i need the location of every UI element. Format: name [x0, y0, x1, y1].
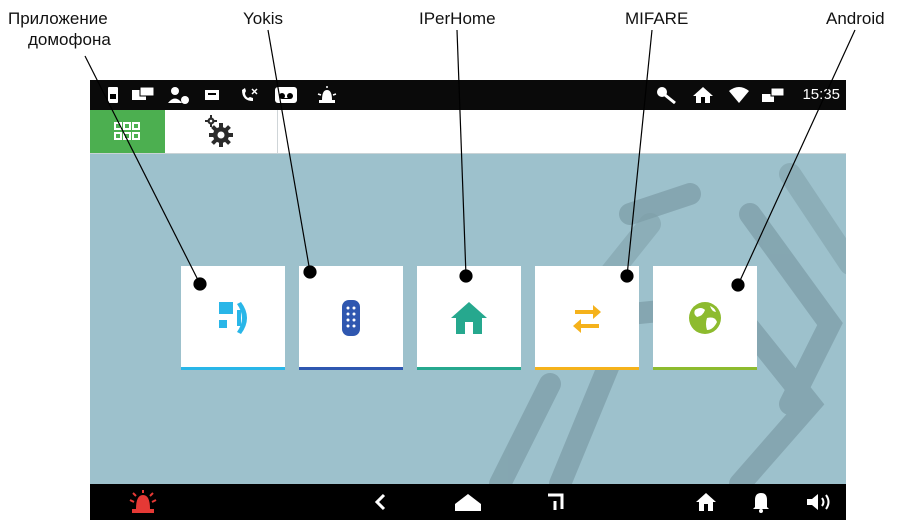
- status-bar: 15:35: [90, 80, 846, 110]
- settings-gears-icon: [205, 115, 233, 147]
- callout-mifare: MIFARE: [625, 9, 689, 28]
- callout-yokis: Yokis: [243, 9, 284, 28]
- back-icon[interactable]: [370, 490, 390, 514]
- missed-call-icon: [240, 85, 258, 105]
- callout-intercom-line1: Приложение: [8, 9, 108, 28]
- home-icon: [451, 302, 487, 334]
- message-icon: [204, 85, 220, 105]
- user-add-icon: [167, 85, 189, 105]
- intercom-app-icon: [219, 302, 247, 334]
- home-icon: [692, 85, 714, 105]
- apps-grid-icon: [114, 122, 140, 140]
- app-tile-yokis[interactable]: [299, 266, 403, 370]
- wifi-icon: [728, 85, 750, 105]
- key-icon: [656, 85, 678, 105]
- tab-settings[interactable]: [165, 110, 278, 153]
- recent-apps-icon[interactable]: [544, 490, 566, 514]
- app-tile-iperhome[interactable]: [417, 266, 521, 370]
- home-icon[interactable]: [450, 490, 486, 514]
- alarm-icon[interactable]: [128, 490, 158, 514]
- volume-icon[interactable]: [804, 490, 836, 514]
- app-tile-mifare[interactable]: [535, 266, 639, 370]
- voicemail-icon: [275, 85, 297, 105]
- tile-accent-bar: [535, 367, 639, 370]
- chat-icon: [132, 85, 154, 105]
- remote-control-icon: [342, 300, 360, 336]
- bell-icon[interactable]: [750, 490, 772, 514]
- callout-intercom: Приложение домофона: [8, 8, 111, 50]
- house-icon[interactable]: [694, 490, 718, 514]
- callout-iperhome: IPerHome: [419, 9, 496, 28]
- sim-icon: [106, 85, 120, 105]
- tile-accent-bar: [299, 367, 403, 370]
- network-icon: [762, 85, 784, 105]
- tab-apps[interactable]: [90, 110, 165, 153]
- exchange-arrows-icon: [573, 305, 601, 333]
- tile-accent-bar: [181, 367, 285, 370]
- top-toolbar: [90, 110, 846, 154]
- navigation-bar: [90, 484, 846, 520]
- device-screen: 15:35: [90, 80, 846, 520]
- callout-android: Android: [826, 9, 885, 28]
- globe-icon: [689, 302, 721, 334]
- callout-intercom-line2: домофона: [28, 30, 111, 49]
- tile-accent-bar: [653, 367, 757, 370]
- tile-accent-bar: [417, 367, 521, 370]
- alarm-icon: [316, 85, 338, 105]
- app-tile-intercom[interactable]: [181, 266, 285, 370]
- app-tile-android[interactable]: [653, 266, 757, 370]
- status-time: 15:35: [802, 86, 840, 103]
